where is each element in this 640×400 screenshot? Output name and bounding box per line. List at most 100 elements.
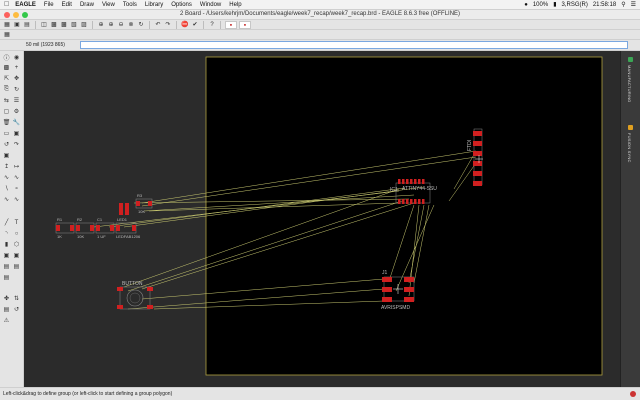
info-icon[interactable]: ⓘ: [2, 53, 11, 62]
mirror-icon[interactable]: ⇆: [2, 96, 11, 105]
replace-icon[interactable]: ⇅: [12, 294, 21, 303]
menu-tools[interactable]: Tools: [123, 2, 137, 8]
wifi-icon[interactable]: ●: [524, 2, 528, 8]
route-icon[interactable]: ↺: [2, 140, 11, 149]
part-led1[interactable]: LED1 LEDFAB1206: [115, 217, 141, 239]
part-r1[interactable]: R1 1K: [55, 217, 75, 239]
list-icon[interactable]: ☰: [631, 1, 636, 8]
slice-icon[interactable]: ∖: [2, 184, 11, 193]
menu-help[interactable]: Help: [229, 2, 241, 8]
save-icon[interactable]: ▣: [13, 21, 21, 29]
attribute-icon[interactable]: ▤: [2, 262, 11, 271]
part-c1[interactable]: C1 1 UF: [95, 217, 115, 239]
menu-view[interactable]: View: [102, 2, 115, 8]
redraw-icon[interactable]: ↻: [137, 21, 145, 29]
stop-indicator-icon[interactable]: [630, 391, 636, 397]
paste-icon[interactable]: ▭: [2, 129, 11, 138]
script-icon[interactable]: ▧: [70, 21, 78, 29]
split-icon[interactable]: ↥: [2, 162, 11, 171]
battery-icon[interactable]: ▮: [553, 1, 556, 8]
menu-edit[interactable]: Edit: [62, 2, 72, 8]
mark-icon[interactable]: +: [12, 63, 21, 72]
menu-options[interactable]: Options: [171, 2, 192, 8]
redo-icon[interactable]: ↷: [164, 21, 172, 29]
cam-icon[interactable]: ◫: [40, 21, 48, 29]
part-r2-value: 10K: [77, 234, 84, 239]
board-canvas[interactable]: R3 10K R1 1K R2 10K C1 1 UF LED1 LEDFAB1…: [24, 51, 620, 387]
layers-icon[interactable]: ▤: [2, 305, 11, 314]
board-icon[interactable]: ▩: [60, 21, 68, 29]
apple-icon[interactable]: : [4, 1, 9, 8]
rotate-icon[interactable]: ↻: [12, 85, 21, 94]
menu-app-name[interactable]: EAGLE: [15, 2, 36, 8]
part-button[interactable]: BUTTON: [117, 281, 153, 310]
menu-window[interactable]: Window: [200, 2, 221, 8]
copy-icon[interactable]: ⎘: [2, 85, 11, 94]
manufacturer-logo-icon[interactable]: ●: [225, 20, 237, 29]
undo-icon[interactable]: ↶: [154, 21, 162, 29]
window-titlebar: 2 Board - /Users/kehrjm/Documents/eagle/…: [0, 10, 640, 20]
battery-percent[interactable]: 100%: [533, 2, 548, 8]
zoom-out-icon[interactable]: ⊖: [117, 21, 125, 29]
drc-icon[interactable]: ▣: [12, 129, 21, 138]
ratsnest-icon[interactable]: ∿: [12, 195, 21, 204]
meander-icon[interactable]: ∿: [2, 173, 11, 182]
rect-icon[interactable]: ▮: [2, 240, 11, 249]
sync-icon[interactable]: ↺: [12, 305, 21, 314]
via-icon[interactable]: ▣: [2, 251, 11, 260]
autoroute-icon[interactable]: ∿: [12, 173, 21, 182]
label-icon[interactable]: ▤: [2, 273, 11, 282]
manufacturing-icon[interactable]: [628, 57, 633, 62]
fusion-sync-tab[interactable]: FUSION SYNC: [627, 133, 632, 163]
help-icon[interactable]: ?: [208, 21, 216, 29]
wrench-icon[interactable]: 🔧: [12, 118, 21, 127]
clock[interactable]: 21:58:18: [593, 2, 616, 8]
status-text: Left-click&drag to define group (or left…: [3, 391, 173, 397]
part-r1-name: R1: [57, 217, 63, 222]
command-line-input[interactable]: [80, 41, 628, 49]
zoom-select-icon[interactable]: ⊗: [127, 21, 135, 29]
zoom-in-icon[interactable]: ⊕: [107, 21, 115, 29]
arc-icon[interactable]: ◝: [2, 229, 11, 238]
menu-draw[interactable]: Draw: [80, 2, 94, 8]
text-icon[interactable]: T: [12, 218, 21, 227]
polygon-icon[interactable]: ⬡: [12, 240, 21, 249]
circle-icon[interactable]: ○: [12, 229, 21, 238]
change-icon[interactable]: ⚙: [12, 107, 21, 116]
show-icon[interactable]: ◉: [12, 53, 21, 62]
zoom-fit-icon[interactable]: ⊕: [97, 21, 105, 29]
fanout-icon[interactable]: ∘: [12, 184, 21, 193]
manufacturing-tab[interactable]: MANUFACTURING: [627, 65, 632, 103]
display-layers-icon[interactable]: ▩: [2, 63, 11, 72]
group-icon[interactable]: ▢: [2, 107, 11, 116]
lock-icon[interactable]: ▣: [2, 151, 11, 160]
menu-library[interactable]: Library: [145, 2, 163, 8]
grid-icon[interactable]: ▦: [3, 31, 11, 39]
airwire-icon[interactable]: ∿: [2, 195, 11, 204]
print-icon[interactable]: ▤: [23, 21, 31, 29]
ulp-icon[interactable]: ▨: [80, 21, 88, 29]
schematic-icon[interactable]: ▩: [50, 21, 58, 29]
menu-user[interactable]: 3,RSG(R): [562, 2, 588, 8]
part-r2[interactable]: R2 10K: [75, 217, 95, 239]
search-icon[interactable]: ⚲: [621, 1, 625, 8]
stop-icon[interactable]: ⛔: [181, 21, 189, 29]
fusion-sync-icon[interactable]: [628, 125, 633, 130]
dimension-icon[interactable]: ▤: [12, 262, 21, 271]
optimize-icon[interactable]: ↦: [12, 162, 21, 171]
go-icon[interactable]: ✔: [191, 21, 199, 29]
align-icon[interactable]: ☰: [12, 96, 21, 105]
move-icon[interactable]: ✥: [12, 74, 21, 83]
errors-icon[interactable]: ⚠: [2, 316, 11, 325]
open-icon[interactable]: ▦: [3, 21, 11, 29]
line-icon[interactable]: ╱: [2, 218, 11, 227]
delete-icon[interactable]: 🗑: [2, 118, 11, 127]
board-drawing[interactable]: R3 10K R1 1K R2 10K C1 1 UF LED1 LEDFAB1…: [24, 51, 620, 387]
hole-icon[interactable]: ▣: [12, 251, 21, 260]
menu-file[interactable]: File: [44, 2, 54, 8]
add-part-icon[interactable]: ✤: [2, 294, 11, 303]
select-icon[interactable]: ⇱: [2, 74, 11, 83]
ripup-icon[interactable]: ↷: [12, 140, 21, 149]
partner-logo-icon[interactable]: ●: [239, 20, 251, 29]
macos-menubar:  EAGLE File Edit Draw View Tools Librar…: [0, 0, 640, 10]
